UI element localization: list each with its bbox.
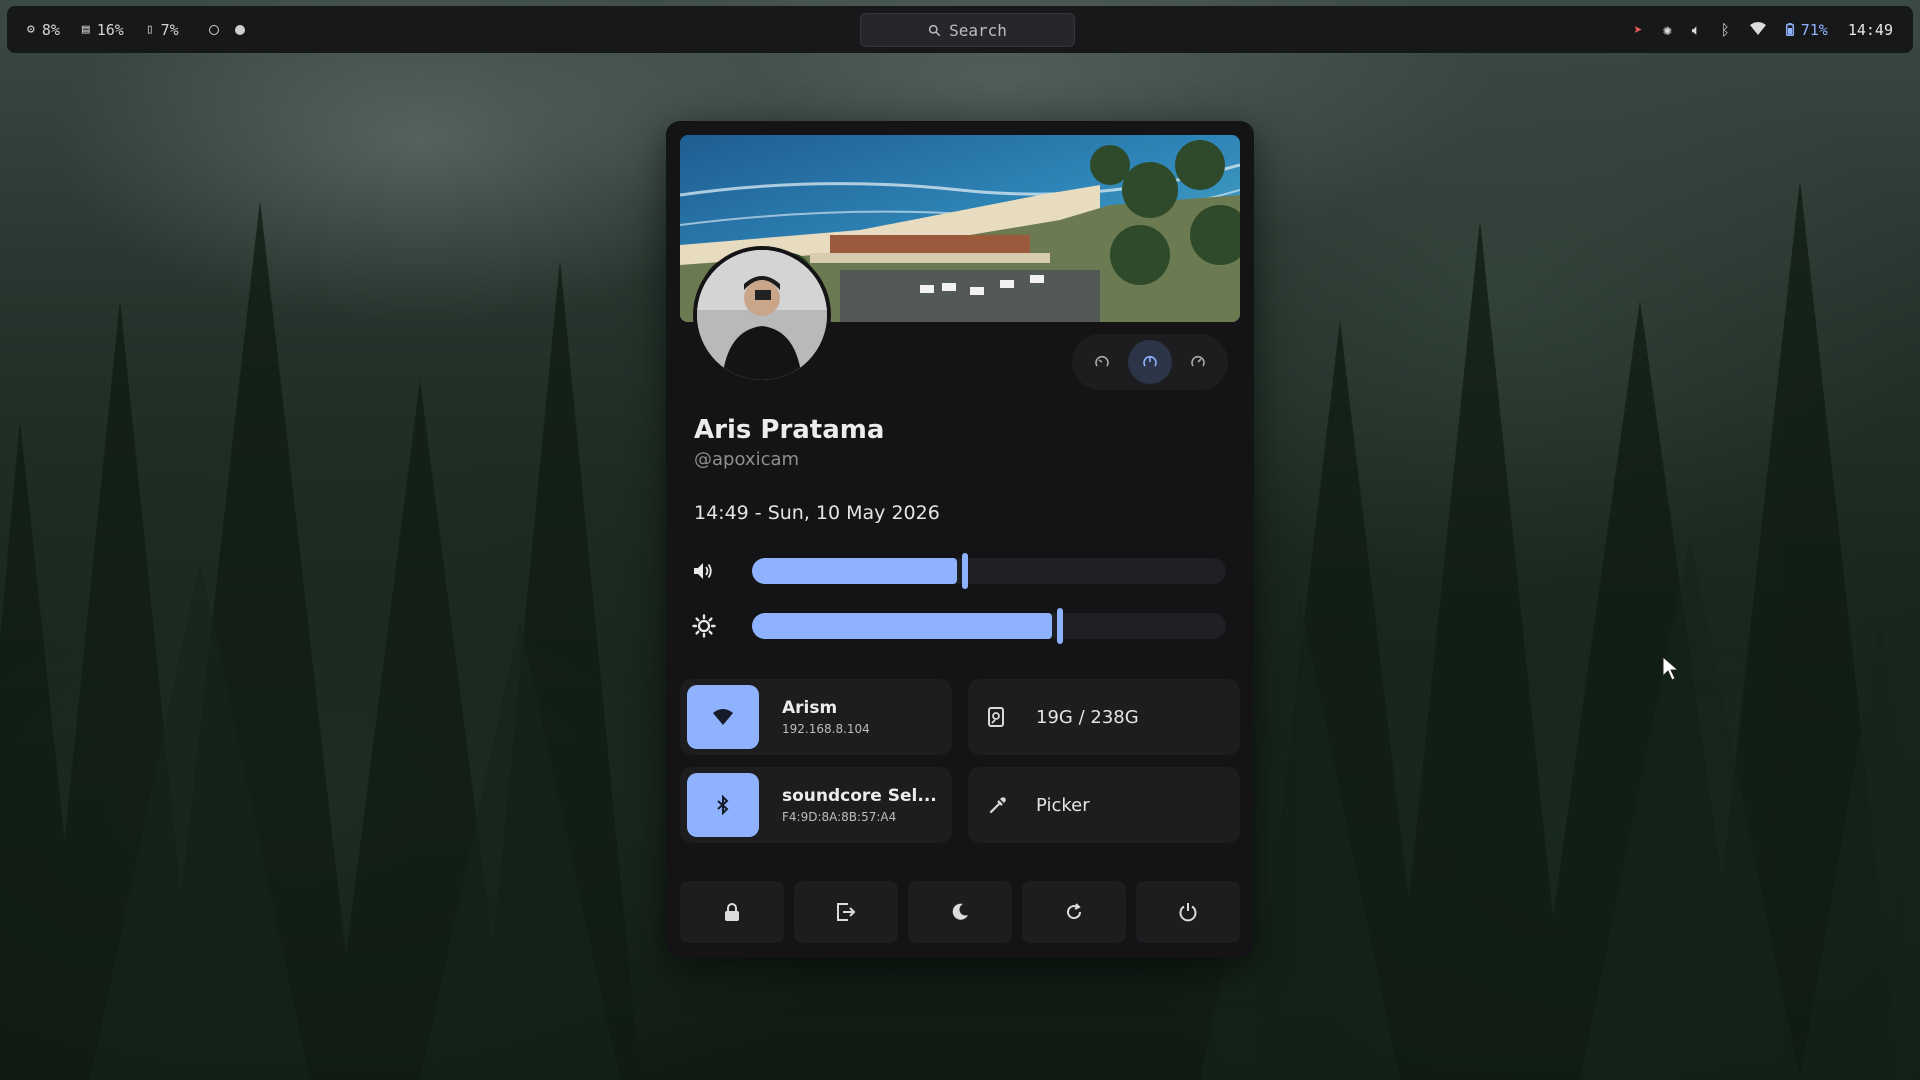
sun-icon[interactable]: ✺	[1663, 21, 1672, 39]
volume-slider[interactable]	[752, 553, 1226, 589]
storage-usage: 19G / 238G	[1036, 706, 1139, 728]
sleep-button[interactable]	[908, 881, 1012, 943]
brightness-slider-fill	[752, 613, 1052, 639]
top-bar: ⚙ 8% ▤ 16% ▯ 7% Search ➤ ✺ 🔈︎ ᛒ 71% 14:4…	[7, 6, 1913, 53]
date-time: 14:49 - Sun, 10 May 2026	[694, 502, 940, 524]
volume-slider-handle[interactable]	[962, 553, 968, 589]
bluetooth-device-name: soundcore Sel...	[782, 786, 937, 806]
search-label: Search	[949, 20, 1007, 40]
power-off-button[interactable]	[1136, 881, 1240, 943]
balanced-icon	[1143, 355, 1157, 367]
brightness-slider[interactable]	[752, 608, 1226, 644]
bluetooth-icon[interactable]: ᛒ	[1721, 21, 1730, 39]
wifi-tile[interactable]: Arism 192.168.8.104	[680, 679, 952, 755]
brightness-icon[interactable]	[692, 614, 722, 638]
storage-tile[interactable]: 19G / 238G	[968, 679, 1240, 755]
volume-slider-row	[692, 551, 1228, 591]
storage-icon	[988, 707, 1010, 727]
volume-slider-fill	[752, 558, 957, 584]
cpu-icon: ⚙	[27, 22, 35, 37]
disk-icon: ▯	[145, 22, 154, 37]
sleep-icon	[952, 903, 968, 920]
performance-icon	[1191, 355, 1205, 367]
eyedropper-icon	[988, 795, 1010, 815]
bluetooth-tile[interactable]: soundcore Sel... F4:9D:8A:8B:57:A4	[680, 767, 952, 843]
workspace-1[interactable]	[208, 24, 219, 35]
battery-icon	[1785, 23, 1794, 36]
reboot-icon	[1067, 903, 1082, 920]
volume-icon[interactable]	[692, 561, 722, 581]
wifi-icon	[713, 709, 733, 725]
control-center-panel: Aris Pratama @apoxicam 14:49 - Sun, 10 M…	[666, 121, 1254, 958]
wifi-icon[interactable]	[1749, 21, 1766, 39]
color-picker-label: Picker	[1036, 794, 1090, 816]
bluetooth-icon	[717, 795, 729, 815]
power-profile-switcher	[1072, 334, 1228, 390]
power-saver-button[interactable]	[1080, 340, 1124, 384]
color-picker-tile[interactable]: Picker	[968, 767, 1240, 843]
balanced-button[interactable]	[1128, 340, 1172, 384]
lock-button[interactable]	[680, 881, 784, 943]
cpu-stat[interactable]: ⚙ 8%	[27, 21, 60, 39]
system-tray: ➤ ✺ 🔈︎ ᛒ 71% 14:49	[1634, 21, 1893, 39]
disk-value: 7%	[160, 20, 179, 39]
volume-icon[interactable]: 🔈︎	[1692, 21, 1701, 39]
brightness-slider-row	[692, 606, 1228, 646]
wifi-ip: 192.168.8.104	[782, 722, 870, 736]
logout-button[interactable]	[794, 881, 898, 943]
user-handle: @apoxicam	[694, 449, 800, 470]
session-actions	[680, 881, 1240, 943]
wifi-toggle[interactable]	[687, 685, 759, 749]
battery-value: 71%	[1800, 20, 1828, 39]
user-name: Aris Pratama	[694, 415, 885, 445]
system-stats: ⚙ 8% ▤ 16% ▯ 7%	[27, 21, 245, 39]
cpu-value: 8%	[41, 20, 60, 39]
clock[interactable]: 14:49	[1848, 21, 1893, 39]
ram-icon: ▤	[81, 22, 90, 37]
search-icon	[928, 24, 941, 36]
logout-icon	[837, 903, 856, 921]
performance-button[interactable]	[1176, 340, 1220, 384]
mouse-cursor-icon	[1662, 656, 1680, 681]
workspaces	[208, 24, 245, 35]
lock-icon	[725, 903, 739, 921]
search-box[interactable]: Search	[860, 13, 1075, 47]
ram-value: 16%	[96, 20, 124, 39]
workspace-2[interactable]	[234, 24, 245, 35]
reboot-button[interactable]	[1022, 881, 1126, 943]
battery-status[interactable]: 71%	[1785, 20, 1828, 39]
send-icon[interactable]: ➤	[1634, 21, 1643, 39]
bluetooth-toggle[interactable]	[687, 773, 759, 837]
avatar[interactable]	[693, 246, 831, 384]
ram-stat[interactable]: ▤ 16%	[82, 21, 124, 39]
power-icon	[1179, 903, 1197, 922]
wifi-name: Arism	[782, 698, 838, 718]
bluetooth-device-address: F4:9D:8A:8B:57:A4	[782, 810, 897, 824]
disk-stat[interactable]: ▯ 7%	[146, 21, 179, 39]
brightness-slider-handle[interactable]	[1057, 608, 1063, 644]
power-saver-icon	[1095, 355, 1109, 367]
